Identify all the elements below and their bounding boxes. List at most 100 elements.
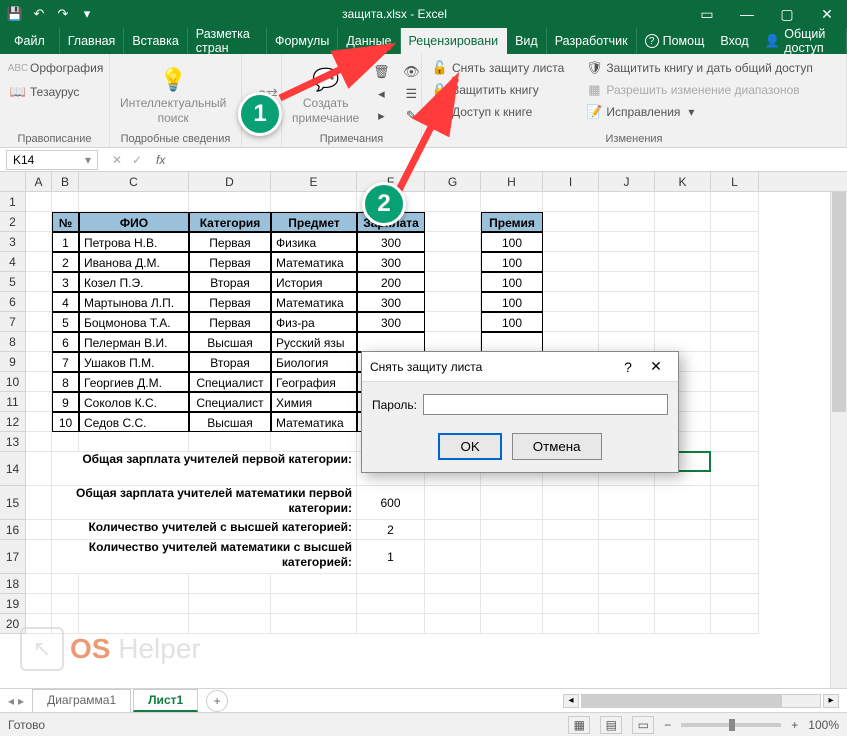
cell[interactable] xyxy=(271,614,357,634)
cell[interactable] xyxy=(711,292,759,312)
cell[interactable]: Математика xyxy=(271,252,357,272)
cell[interactable]: Первая xyxy=(189,232,271,252)
cell[interactable]: Специалист xyxy=(189,392,271,412)
tab-6[interactable]: Вид xyxy=(507,28,547,54)
cell[interactable]: 3 xyxy=(52,272,79,292)
col-header[interactable]: C xyxy=(79,172,189,191)
row-header[interactable]: 9 xyxy=(0,352,25,372)
cell[interactable]: Вторая xyxy=(189,352,271,372)
tab-3[interactable]: Формулы xyxy=(267,28,338,54)
cell[interactable] xyxy=(711,412,759,432)
protect-and-share-button[interactable]: 🛡Защитить книгу и дать общий доступ xyxy=(582,58,817,78)
cell[interactable] xyxy=(655,594,711,614)
cell[interactable]: Мартынова Л.П. xyxy=(79,292,189,312)
cell[interactable] xyxy=(425,292,481,312)
cell[interactable] xyxy=(655,232,711,252)
cell[interactable]: 100 xyxy=(481,232,543,252)
cell[interactable] xyxy=(26,614,52,634)
cancel-button[interactable]: Отмена xyxy=(512,433,602,460)
cell[interactable]: География xyxy=(271,372,357,392)
cell[interactable] xyxy=(543,332,599,352)
cell[interactable] xyxy=(599,520,655,540)
cell[interactable] xyxy=(425,272,481,292)
cell[interactable]: 1 xyxy=(357,540,425,574)
vscroll-thumb[interactable] xyxy=(832,192,846,412)
cell[interactable] xyxy=(271,192,357,212)
sheet-nav-prev[interactable]: ◂ xyxy=(8,694,14,708)
cell[interactable]: Боцмонова Т.А. xyxy=(79,312,189,332)
row-header[interactable]: 19 xyxy=(0,594,25,614)
cell[interactable] xyxy=(711,452,759,486)
cell[interactable] xyxy=(26,312,52,332)
cell[interactable] xyxy=(26,574,52,594)
cell[interactable] xyxy=(711,594,759,614)
cell[interactable] xyxy=(711,252,759,272)
hscroll-right[interactable]: ▸ xyxy=(823,694,839,708)
cell[interactable]: 8 xyxy=(52,372,79,392)
row-header[interactable]: 13 xyxy=(0,432,25,452)
delete-comment-button[interactable]: 🗑 xyxy=(369,62,393,82)
cell[interactable]: 4 xyxy=(52,292,79,312)
cell[interactable] xyxy=(425,520,481,540)
cell[interactable] xyxy=(26,292,52,312)
fx-icon[interactable]: fx xyxy=(150,153,171,167)
new-comment-button[interactable]: 💬 Создать примечание xyxy=(288,58,363,131)
tab-5[interactable]: Рецензировани xyxy=(401,28,508,54)
cell[interactable] xyxy=(599,272,655,292)
cell[interactable] xyxy=(481,192,543,212)
cell[interactable]: Седов С.С. xyxy=(79,412,189,432)
select-all-corner[interactable] xyxy=(0,172,26,192)
zoom-level[interactable]: 100% xyxy=(808,718,839,732)
cell[interactable]: Вторая xyxy=(189,272,271,292)
col-header[interactable]: K xyxy=(655,172,711,191)
col-header[interactable]: F xyxy=(357,172,425,191)
cell[interactable] xyxy=(543,520,599,540)
hscroll-left[interactable]: ◂ xyxy=(563,694,579,708)
cell[interactable]: Математика xyxy=(271,292,357,312)
spelling-button[interactable]: ABCОрфография xyxy=(6,58,103,78)
row-header[interactable]: 8 xyxy=(0,332,25,352)
cell[interactable]: Русский язы xyxy=(271,332,357,352)
summary-label[interactable]: Количество учителей математики с высшей … xyxy=(52,540,357,574)
cell[interactable] xyxy=(481,594,543,614)
cell[interactable]: 100 xyxy=(481,252,543,272)
cell[interactable]: Зарплата xyxy=(357,212,425,232)
cell[interactable] xyxy=(599,212,655,232)
tab-1[interactable]: Вставка xyxy=(124,28,187,54)
cell[interactable] xyxy=(26,392,52,412)
cell[interactable] xyxy=(543,252,599,272)
cell[interactable] xyxy=(655,614,711,634)
cell[interactable] xyxy=(599,292,655,312)
cell[interactable]: 10 xyxy=(52,412,79,432)
undo-icon[interactable]: ↶ xyxy=(28,3,50,25)
cell[interactable]: 2 xyxy=(52,252,79,272)
cell[interactable] xyxy=(425,332,481,352)
cell[interactable]: Иванова Д.М. xyxy=(79,252,189,272)
cell[interactable]: Козел П.Э. xyxy=(79,272,189,292)
cell[interactable] xyxy=(26,232,52,252)
cell[interactable] xyxy=(543,192,599,212)
sheet-tab[interactable]: Лист1 xyxy=(133,689,198,712)
prev-comment-button[interactable]: ◂ xyxy=(369,84,393,104)
ribbon-options-icon[interactable]: ▭ xyxy=(687,0,727,28)
zoom-slider[interactable] xyxy=(681,723,781,727)
signin-button[interactable]: Вход xyxy=(712,28,756,54)
cell[interactable] xyxy=(711,520,759,540)
column-headers[interactable]: ABCDEFGHIJKL xyxy=(26,172,847,192)
cell[interactable] xyxy=(711,272,759,292)
row-header[interactable]: 4 xyxy=(0,252,25,272)
cell[interactable]: Предмет xyxy=(271,212,357,232)
zoom-out-button[interactable]: − xyxy=(664,718,671,732)
cell[interactable] xyxy=(655,212,711,232)
row-header[interactable]: 17 xyxy=(0,540,25,574)
cell[interactable] xyxy=(26,192,52,212)
cell[interactable] xyxy=(711,614,759,634)
sheet-nav-next[interactable]: ▸ xyxy=(18,694,24,708)
add-sheet-button[interactable]: + xyxy=(206,690,228,712)
cell[interactable] xyxy=(599,232,655,252)
ink-button[interactable]: ✎ xyxy=(399,106,423,126)
dialog-close-button[interactable]: ✕ xyxy=(642,358,670,375)
row-header[interactable]: 7 xyxy=(0,312,25,332)
accept-formula-icon[interactable]: ✓ xyxy=(128,153,146,167)
cell[interactable] xyxy=(599,252,655,272)
